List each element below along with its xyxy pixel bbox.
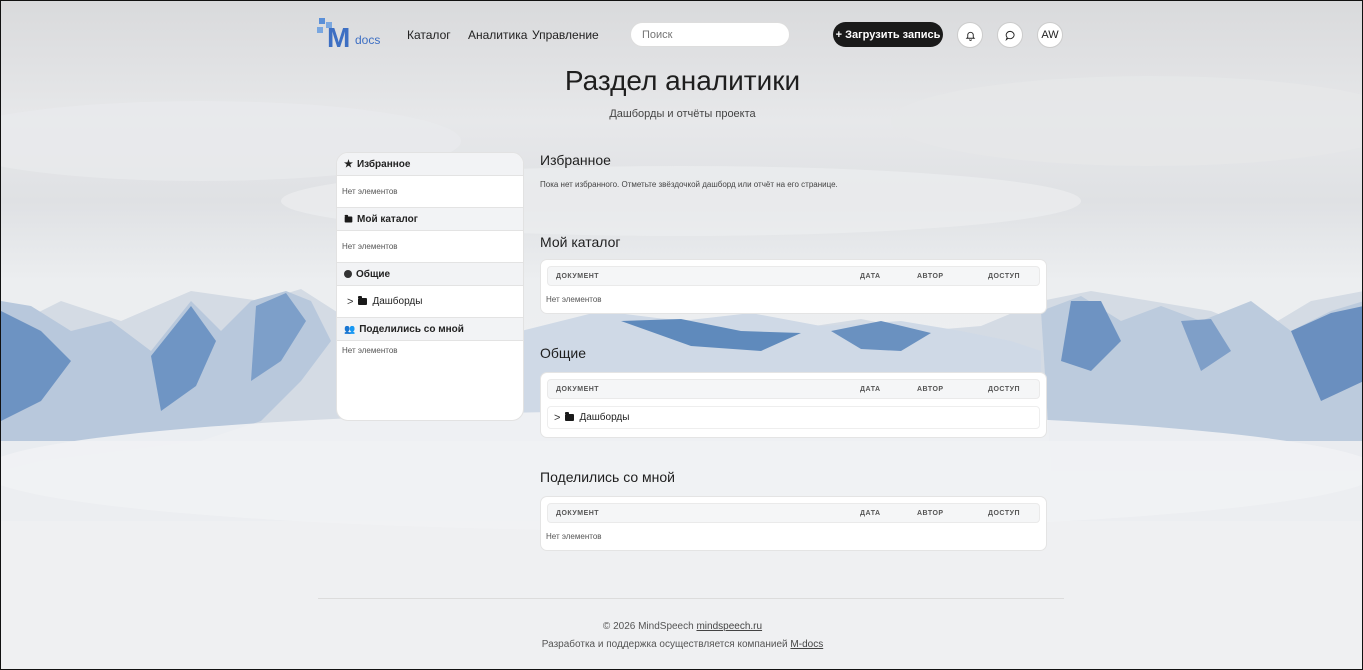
col-access[interactable]: ДОСТУП [988,386,1020,393]
company-link[interactable]: M-docs [790,639,823,650]
notifications-button[interactable] [957,22,983,48]
shared-title: Общие [540,345,587,361]
favorites-title: Избранное [540,152,611,168]
footer-copyright: © 2026 MindSpeech mindspeech.ru [1,621,1362,632]
col-author[interactable]: АВТОР [917,386,944,393]
table-header: ДОКУМЕНТ ДАТА АВТОР ДОСТУП [547,503,1040,523]
chevron-right-icon: > [347,295,354,308]
copyright-text: © 2026 MindSpeech [602,621,694,632]
sidebar-folder-label: Дашборды [372,296,423,307]
folder-icon [358,296,368,305]
search-input[interactable] [630,22,790,47]
chevron-right-icon: > [554,411,561,424]
folder-icon [565,412,575,421]
sidebar-my-catalog-header[interactable]: Мой каталог [337,207,523,231]
shared-folder-label: Дашборды [579,412,630,423]
messages-button[interactable] [997,22,1023,48]
users-icon: 👥 [344,323,356,334]
table-header: ДОКУМЕНТ ДАТА АВТОР ДОСТУП [547,379,1040,399]
my-catalog-title: Мой каталог [540,234,621,250]
sidebar-shared-title: Общие [356,268,391,280]
nav-analytics[interactable]: Аналитика [468,28,527,42]
sidebar-favorites-header[interactable]: ★ Избранное [337,153,523,176]
nav-management[interactable]: Управление [532,28,599,42]
page-subtitle: Дашборды и отчёты проекта [609,108,756,120]
favorites-empty-text: Пока нет избранного. Отметьте звёздочкой… [540,180,838,189]
sidebar-shared-with-me-header[interactable]: 👥 Поделились со мной [337,317,523,341]
chat-bubble-icon [1004,30,1015,41]
my-catalog-empty: Нет элементов [546,295,602,304]
col-document[interactable]: ДОКУМЕНТ [556,510,599,517]
sidebar-shared-with-me-title: Поделились со мной [359,323,464,335]
table-header: ДОКУМЕНТ ДАТА АВТОР ДОСТУП [547,266,1040,286]
col-date[interactable]: ДАТА [860,510,881,517]
folder-icon [344,214,353,222]
col-date[interactable]: ДАТА [860,273,881,280]
col-document[interactable]: ДОКУМЕНТ [556,273,599,280]
app-window: M docs Каталог Аналитика Управление + За… [0,0,1363,670]
sidebar-my-catalog-empty: Нет элементов [342,242,398,251]
footer-divider [318,598,1064,599]
sidebar-favorites-title: Избранное [356,158,411,170]
mountain-background [1,1,1362,669]
table-row[interactable]: > Дашборды [547,406,1040,429]
developer-text: Разработка и поддержка осуществляется ко… [541,639,788,650]
footer-developer: Разработка и поддержка осуществляется ко… [1,639,1362,650]
sidebar-favorites-empty: Нет элементов [342,187,398,196]
globe-icon [344,270,352,278]
star-icon: ★ [344,158,353,170]
col-access[interactable]: ДОСТУП [988,510,1020,517]
shared-with-me-title: Поделились со мной [540,469,675,485]
bell-icon [965,31,975,41]
col-date[interactable]: ДАТА [860,386,881,393]
nav-catalog[interactable]: Каталог [407,28,451,42]
upload-record-button[interactable]: + Загрузить запись [833,22,943,47]
sidebar-my-catalog-title: Мой каталог [357,213,418,225]
shared-with-me-empty: Нет элементов [546,532,602,541]
col-document[interactable]: ДОКУМЕНТ [556,386,599,393]
shared-with-me-table: ДОКУМЕНТ ДАТА АВТОР ДОСТУП Нет элементов [540,496,1047,551]
sidebar: ★ Избранное Нет элементов Мой каталог Не… [336,152,524,421]
sidebar-shared-with-me-empty: Нет элементов [342,345,398,355]
logo-text: docs [355,33,381,47]
sidebar-shared-header[interactable]: Общие [337,262,523,286]
mdocs-logo[interactable]: M docs [317,18,387,53]
col-access[interactable]: ДОСТУП [988,273,1020,280]
sidebar-folder-dashboards[interactable]: > Дашборды [337,286,523,317]
shared-table: ДОКУМЕНТ ДАТА АВТОР ДОСТУП > Дашборды [540,372,1047,438]
col-author[interactable]: АВТОР [917,510,944,517]
logo-letter: M [327,22,351,53]
site-link[interactable]: mindspeech.ru [696,621,762,632]
my-catalog-table: ДОКУМЕНТ ДАТА АВТОР ДОСТУП Нет элементов [540,259,1047,314]
page-title: Раздел аналитики [564,65,801,96]
avatar[interactable]: AW [1037,22,1063,48]
col-author[interactable]: АВТОР [917,273,944,280]
